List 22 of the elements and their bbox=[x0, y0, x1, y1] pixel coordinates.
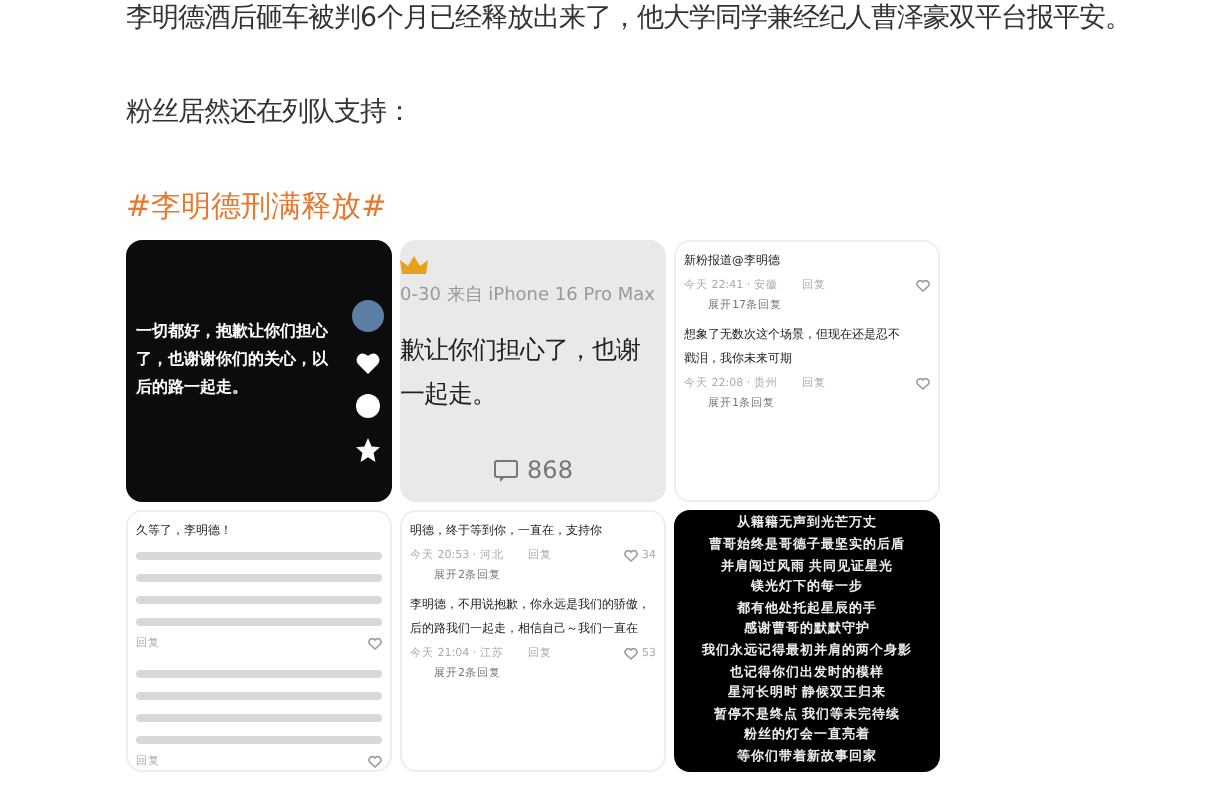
crown-icon bbox=[400, 256, 428, 276]
paragraph: 李明德酒后砸车被判6个月已经释放出来了，他大学同学兼经纪人曹泽豪双平台报平安。 bbox=[126, 1, 1134, 38]
paragraph: 粉丝居然还在列队支持： bbox=[126, 95, 414, 132]
caption-text: 后的路一起走。 bbox=[136, 374, 248, 400]
heart-icon bbox=[356, 352, 380, 374]
post-text: 一起走。 bbox=[400, 376, 498, 412]
caption-text: 了，也谢谢你们的关心，以 bbox=[136, 346, 328, 372]
heart-icon bbox=[624, 549, 638, 561]
heart-icon bbox=[624, 647, 638, 659]
avatar-icon bbox=[352, 300, 384, 332]
post-text: 歉让你们担心了，也谢 bbox=[400, 332, 642, 368]
heart-icon bbox=[368, 755, 382, 767]
heart-icon bbox=[916, 377, 930, 389]
caption-text: 一切都好，抱歉让你们担心 bbox=[136, 318, 328, 344]
heart-icon bbox=[368, 637, 382, 649]
comment-icon bbox=[493, 459, 518, 481]
comment-icon bbox=[356, 394, 380, 418]
comment-count: 868 bbox=[527, 456, 573, 484]
hashtag-link[interactable]: #李明德刑满释放# bbox=[126, 182, 1220, 230]
heart-icon bbox=[916, 279, 930, 291]
post-meta: 0-30 来自 iPhone 16 Pro Max bbox=[400, 283, 657, 308]
star-icon bbox=[356, 438, 380, 462]
